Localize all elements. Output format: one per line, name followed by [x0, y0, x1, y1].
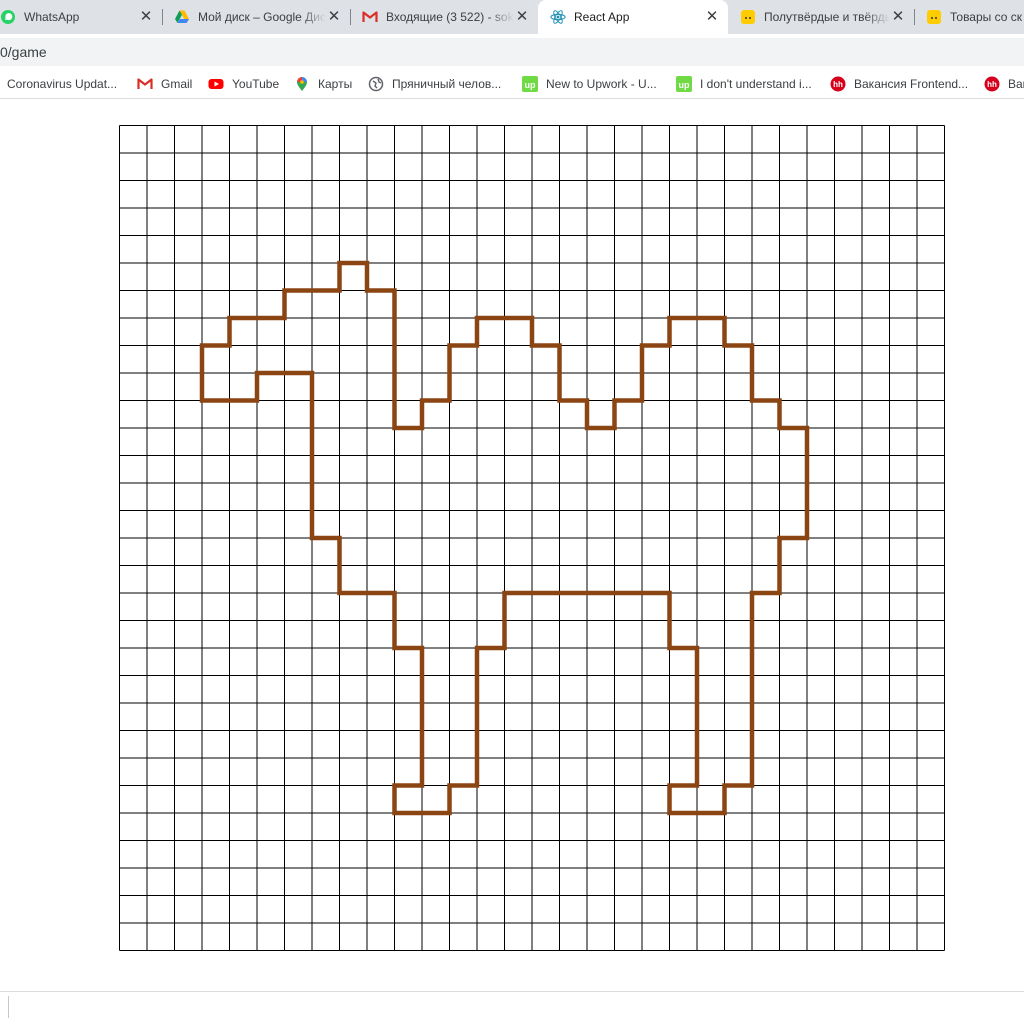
tab-close-button[interactable]: ✕	[326, 9, 342, 25]
tab-title: Полутвёрдые и твёрдые	[764, 10, 890, 24]
yellow-store-icon	[926, 9, 942, 25]
bookmark-label: Вак	[1008, 77, 1024, 91]
maps-pin-icon	[294, 76, 310, 92]
tab-store-cheese[interactable]: Полутвёрдые и твёрдые ✕	[728, 0, 914, 34]
hh-icon: hh	[984, 76, 1000, 92]
whatsapp-icon	[0, 9, 16, 25]
tab-title: Товары со ск	[950, 10, 1023, 24]
svg-text:hh: hh	[987, 80, 997, 89]
tab-close-button[interactable]: ✕	[138, 9, 154, 25]
yellow-store-icon	[740, 9, 756, 25]
tab-store-discount[interactable]: Товары со ск	[914, 0, 1024, 34]
react-icon	[550, 9, 566, 25]
bookmark-label: Карты	[318, 77, 353, 91]
bookmark-label: YouTube	[232, 77, 280, 91]
tab-google-drive[interactable]: Мой диск – Google Диск ✕	[162, 0, 350, 34]
bookmarks-bar: Coronavirus Updat... Gmail YouTube Карты…	[0, 70, 1024, 99]
bookmark-upwork-question[interactable]: up I don't understand i...	[676, 70, 812, 98]
game-grid-board[interactable]	[119, 125, 945, 951]
google-drive-icon	[174, 9, 190, 25]
bottom-divider	[0, 991, 1024, 992]
tab-close-button[interactable]: ✕	[890, 9, 906, 25]
page-content	[0, 99, 1024, 991]
bookmark-label: Пряничный челов...	[392, 77, 502, 91]
hh-icon: hh	[830, 76, 846, 92]
globe-icon	[368, 76, 384, 92]
gmail-icon	[137, 76, 153, 92]
bookmark-label: New to Upwork - U...	[546, 77, 657, 91]
bookmark-label: Вакансия Frontend...	[854, 77, 969, 91]
bookmark-youtube[interactable]: YouTube	[208, 70, 279, 98]
tab-close-button[interactable]: ✕	[704, 9, 720, 25]
tab-strip: WhatsApp ✕ Мой диск – Google Диск ✕ Вход…	[0, 0, 1024, 34]
tab-title: React App	[574, 10, 630, 24]
bookmark-upwork-new[interactable]: up New to Upwork - U...	[522, 70, 657, 98]
bookmark-label: Coronavirus Updat...	[7, 77, 118, 91]
bookmark-hh-vacancy[interactable]: hh Вакансия Frontend...	[830, 70, 968, 98]
omnibox[interactable]	[0, 38, 1024, 66]
upwork-icon: up	[522, 76, 538, 92]
bookmark-gingerbread[interactable]: Пряничный челов...	[368, 70, 501, 98]
bookmark-label: Gmail	[161, 77, 193, 91]
youtube-icon	[208, 76, 224, 92]
tab-whatsapp[interactable]: WhatsApp ✕	[0, 0, 162, 34]
tab-title: WhatsApp	[24, 10, 80, 24]
tab-gmail[interactable]: Входящие (3 522) - sok ✕	[350, 0, 538, 34]
url-text[interactable]: 0/game	[0, 44, 47, 60]
address-bar: 0/game	[0, 34, 1024, 70]
upwork-icon: up	[676, 76, 692, 92]
tab-react-app[interactable]: React App ✕	[538, 0, 728, 34]
svg-text:up: up	[679, 80, 690, 90]
bookmark-maps[interactable]: Карты	[294, 70, 352, 98]
grid-lines	[119, 125, 945, 951]
bookmark-coronavirus[interactable]: Coronavirus Updat...	[7, 70, 117, 98]
bottom-left-divider	[8, 996, 9, 1018]
gmail-icon	[362, 9, 378, 25]
svg-text:hh: hh	[833, 80, 843, 89]
bookmark-hh-vacancy-2[interactable]: hh Вак	[984, 70, 1024, 98]
tab-title: Мой диск – Google Диск	[198, 10, 326, 24]
svg-text:up: up	[525, 80, 536, 90]
tab-title: Входящие (3 522) - sok	[386, 10, 514, 24]
bookmark-gmail[interactable]: Gmail	[137, 70, 192, 98]
tab-close-button[interactable]: ✕	[514, 9, 530, 25]
bookmark-label: I don't understand i...	[700, 77, 812, 91]
